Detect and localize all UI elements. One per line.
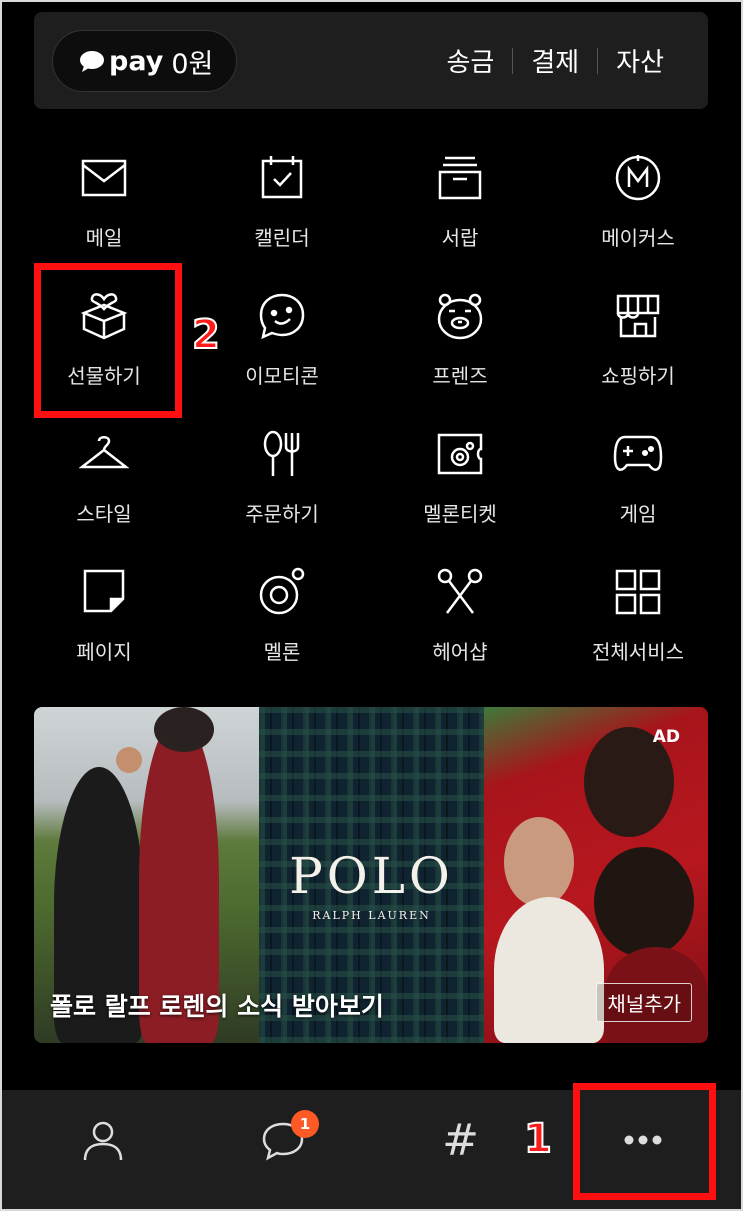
service-label: 멜론티켓	[423, 502, 497, 526]
pay-payment-link[interactable]: 결제	[513, 42, 597, 79]
ad-caption: 폴로 랄프 로렌의 소식 받아보기	[50, 992, 384, 1021]
pay-transfer-link[interactable]: 송금	[428, 42, 512, 79]
page-icon	[79, 567, 129, 617]
service-page[interactable]: 페이지	[15, 554, 193, 692]
service-hairshop[interactable]: 헤어샵	[371, 554, 549, 692]
pay-links: 송금 결제 자산	[428, 12, 682, 109]
nav-friends[interactable]	[10, 1090, 195, 1190]
melon-ticket-icon	[435, 429, 485, 479]
service-label: 멜론	[263, 640, 301, 664]
service-label: 게임	[619, 502, 657, 526]
service-mail[interactable]: 메일	[15, 140, 193, 278]
nav-chats[interactable]: 1	[190, 1090, 375, 1190]
service-calendar[interactable]: 캘린더	[193, 140, 371, 278]
add-channel-button[interactable]: 채널추가	[596, 983, 692, 1022]
polo-logo-subtitle: RALPH LAUREN	[312, 909, 431, 922]
service-label: 페이지	[76, 640, 132, 664]
service-label: 메일	[85, 226, 123, 250]
pay-balance-button[interactable]: pay 0원	[52, 30, 237, 92]
makers-icon	[613, 153, 663, 203]
hashtag-icon: #	[442, 1114, 479, 1166]
service-label: 주문하기	[245, 502, 319, 526]
shopping-icon	[613, 291, 663, 341]
service-label: 선물하기	[67, 364, 141, 388]
service-melon-ticket[interactable]: 멜론티켓	[371, 416, 549, 554]
chat-badge: 1	[291, 1110, 319, 1138]
pay-logo: pay	[109, 45, 164, 77]
utensils-icon	[257, 429, 307, 479]
more-icon	[624, 1135, 661, 1145]
service-game[interactable]: 게임	[549, 416, 727, 554]
service-all[interactable]: 전체서비스	[549, 554, 727, 692]
gamepad-icon	[613, 429, 663, 479]
service-label: 전체서비스	[592, 640, 684, 664]
service-label: 헤어샵	[432, 640, 488, 664]
pay-bubble-icon	[80, 51, 104, 72]
ad-banner[interactable]: POLO RALPH LAUREN AD 폴로 랄프 로렌의 소식 받아보기 채…	[34, 707, 708, 1043]
hanger-icon	[78, 429, 130, 479]
service-label: 쇼핑하기	[601, 364, 675, 388]
service-label: 서랍	[441, 226, 479, 250]
grid-icon	[613, 567, 663, 617]
polo-logo: POLO RALPH LAUREN	[259, 847, 484, 922]
service-gift[interactable]: 선물하기	[15, 278, 193, 416]
service-shopping[interactable]: 쇼핑하기	[549, 278, 727, 416]
service-label: 캘린더	[254, 226, 310, 250]
service-order[interactable]: 주문하기	[193, 416, 371, 554]
friends-icon	[435, 291, 485, 341]
scissors-icon	[435, 567, 485, 617]
service-label: 이모티콘	[245, 364, 319, 388]
service-melon[interactable]: 멜론	[193, 554, 371, 692]
person-icon	[83, 1121, 122, 1161]
calendar-icon	[257, 153, 307, 203]
service-makers[interactable]: 메이커스	[549, 140, 727, 278]
service-drawer[interactable]: 서랍	[371, 140, 549, 278]
service-label: 메이커스	[601, 226, 675, 250]
polo-logo-text: POLO	[289, 847, 454, 905]
pay-amount: 0원	[171, 48, 214, 80]
drawer-icon	[435, 153, 485, 203]
service-label: 스타일	[76, 502, 132, 526]
nav-more[interactable]	[550, 1090, 735, 1190]
callout-2: 2	[191, 311, 221, 359]
pay-bar: pay 0원 송금 결제 자산	[34, 12, 708, 109]
service-friends[interactable]: 프렌즈	[371, 278, 549, 416]
service-style[interactable]: 스타일	[15, 416, 193, 554]
pay-assets-link[interactable]: 자산	[598, 42, 682, 79]
mail-icon	[79, 153, 129, 203]
emoticon-icon	[257, 291, 307, 341]
service-label: 프렌즈	[432, 364, 488, 388]
gift-icon	[79, 291, 129, 341]
bottom-nav: 1 #	[0, 1090, 743, 1211]
ad-badge: AD	[652, 727, 680, 747]
melon-icon	[257, 567, 307, 617]
callout-1: 1	[523, 1115, 553, 1163]
